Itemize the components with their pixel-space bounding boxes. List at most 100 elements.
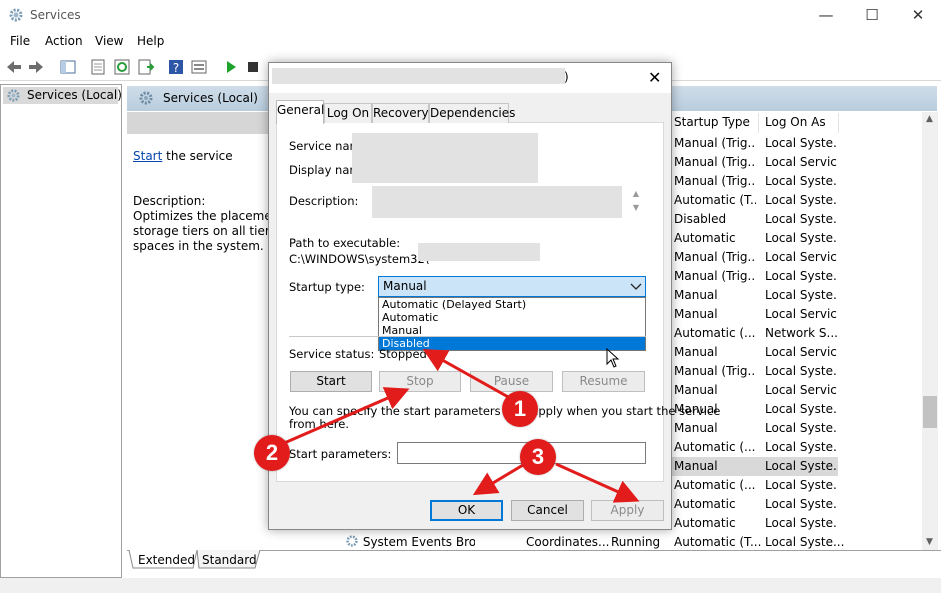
column-header-log-on-as[interactable]: Log On As bbox=[765, 113, 826, 135]
scroll-up-icon[interactable]: ▲ bbox=[926, 114, 933, 124]
table-cell-startup[interactable]: Automatic bbox=[674, 514, 756, 533]
view-icon[interactable] bbox=[190, 58, 208, 76]
close-icon[interactable]: ✕ bbox=[648, 68, 661, 87]
column-divider[interactable] bbox=[758, 113, 759, 133]
table-cell-logon[interactable]: Local Syste... bbox=[765, 229, 837, 248]
table-cell-logon[interactable]: Network S... bbox=[765, 324, 837, 343]
tab-standard[interactable]: Standard bbox=[202, 553, 257, 567]
startup-type-select[interactable]: Manual bbox=[378, 276, 646, 297]
table-cell-logon[interactable]: Local Syste... bbox=[765, 457, 837, 476]
step-badge-3: 3 bbox=[520, 439, 556, 475]
export-list-icon[interactable] bbox=[137, 58, 155, 76]
table-cell-logon[interactable]: Local Syste... bbox=[765, 267, 837, 286]
column-header-startup-type[interactable]: Startup Type bbox=[674, 113, 750, 135]
table-cell-startup[interactable]: Manual (Trig... bbox=[674, 248, 756, 267]
start-service-icon[interactable] bbox=[222, 58, 240, 76]
cancel-button[interactable]: Cancel bbox=[511, 500, 584, 521]
table-cell-startup[interactable]: Manual (Trig... bbox=[674, 267, 756, 286]
tab-dependencies[interactable]: Dependencies bbox=[429, 103, 515, 123]
table-cell-logon[interactable]: Local Syste... bbox=[765, 172, 837, 191]
window-title: Services bbox=[30, 8, 81, 22]
table-cell-logon[interactable]: Local Syste... bbox=[765, 400, 837, 419]
table-cell-logon[interactable]: Local Syste... bbox=[765, 210, 837, 229]
stop-button[interactable]: Stop bbox=[379, 371, 461, 392]
menu-view[interactable]: View bbox=[95, 34, 123, 48]
help-icon[interactable]: ? bbox=[167, 58, 185, 76]
tab-recovery[interactable]: Recovery bbox=[372, 103, 429, 123]
minimize-button[interactable]: — bbox=[803, 0, 849, 31]
table-cell-logon[interactable]: Local Service bbox=[765, 305, 837, 324]
table-cell-logon[interactable]: Local Syste... bbox=[765, 286, 837, 305]
table-cell-logon[interactable]: Local Service bbox=[765, 248, 837, 267]
menu-help[interactable]: Help bbox=[137, 34, 164, 48]
stop-service-icon[interactable] bbox=[244, 58, 262, 76]
tab-general[interactable]: General bbox=[276, 100, 324, 124]
show-tree-icon[interactable] bbox=[59, 58, 77, 76]
tab-extended[interactable]: Extended bbox=[138, 553, 195, 567]
redacted-service-names bbox=[352, 133, 538, 183]
table-cell-startup[interactable]: Disabled bbox=[674, 210, 756, 229]
maximize-button[interactable]: ☐ bbox=[849, 0, 895, 31]
table-cell-logon[interactable]: Local Syste... bbox=[765, 514, 837, 533]
table-cell-startup[interactable]: Manual bbox=[674, 286, 756, 305]
table-cell-logon[interactable]: Local Syste... bbox=[765, 419, 837, 438]
service-status-value: Stopped bbox=[379, 347, 427, 361]
description-scroll-icon[interactable]: ▲ ▼ bbox=[628, 187, 644, 221]
vertical-scrollbar[interactable] bbox=[922, 112, 938, 550]
start-service-text: Start the service bbox=[133, 149, 233, 163]
apply-button[interactable]: Apply bbox=[591, 500, 664, 521]
column-divider[interactable] bbox=[838, 113, 839, 133]
console-tree bbox=[0, 84, 122, 578]
start-button[interactable]: Start bbox=[290, 371, 372, 392]
path-value: C:\WINDOWS\system32\ bbox=[289, 252, 429, 266]
menu-action[interactable]: Action bbox=[45, 34, 83, 48]
table-cell-startup[interactable]: Automatic bbox=[674, 495, 756, 514]
tree-item-label: Services (Local) bbox=[27, 88, 122, 102]
table-cell-startup[interactable]: Manual (Trig... bbox=[674, 153, 756, 172]
table-cell-startup[interactable]: Automatic bbox=[674, 229, 756, 248]
svg-text:?: ? bbox=[173, 61, 179, 75]
menu-file[interactable]: File bbox=[10, 34, 30, 48]
redacted-dialog-title bbox=[272, 68, 565, 84]
scroll-down-icon[interactable]: ▼ bbox=[926, 537, 933, 547]
table-cell-logon[interactable]: Local Syste... bbox=[765, 476, 837, 495]
close-window-button[interactable]: ✕ bbox=[895, 0, 941, 31]
table-cell-logon[interactable]: Local Syste... bbox=[765, 495, 837, 514]
table-cell-startup[interactable]: Automatic (T... bbox=[674, 191, 756, 210]
step-badge-1: 1 bbox=[502, 391, 538, 427]
table-cell-startup[interactable]: Automatic (... bbox=[674, 324, 756, 343]
tab-log-on[interactable]: Log On bbox=[324, 103, 372, 123]
table-cell-startup[interactable]: Manual bbox=[674, 343, 756, 362]
resume-button[interactable]: Resume bbox=[562, 371, 645, 392]
scrollbar-thumb[interactable] bbox=[923, 396, 937, 428]
table-cell-startup[interactable]: Manual (Trig... bbox=[674, 362, 756, 381]
back-arrow-icon[interactable] bbox=[5, 58, 23, 76]
services-gear-icon bbox=[7, 89, 20, 102]
dialog-title-suffix: ) bbox=[564, 70, 569, 84]
table-cell-logon[interactable]: Local Syste... bbox=[765, 191, 837, 210]
table-cell-startup[interactable]: Manual bbox=[674, 419, 756, 438]
option-automatic[interactable]: Automatic bbox=[379, 311, 645, 324]
table-cell-startup[interactable]: Automatic (... bbox=[674, 438, 756, 457]
table-cell-startup[interactable]: Manual (Trig... bbox=[674, 172, 756, 191]
refresh-icon[interactable] bbox=[113, 58, 131, 76]
start-link[interactable]: Start bbox=[133, 149, 162, 163]
table-cell-startup[interactable]: Manual bbox=[674, 381, 756, 400]
table-cell-logon[interactable]: Local Syste... bbox=[765, 134, 837, 153]
forward-arrow-icon[interactable] bbox=[27, 58, 45, 76]
table-cell-logon[interactable]: Local Service bbox=[765, 153, 837, 172]
option-automatic-delayed[interactable]: Automatic (Delayed Start) bbox=[379, 298, 645, 311]
table-cell-startup[interactable]: Manual (Trig... bbox=[674, 134, 756, 153]
table-cell-startup[interactable]: Manual bbox=[674, 305, 756, 324]
table-cell-logon[interactable]: Local Syste... bbox=[765, 362, 837, 381]
table-cell-startup[interactable]: Manual bbox=[674, 457, 756, 476]
chevron-down-icon[interactable] bbox=[630, 282, 642, 292]
table-cell-logon[interactable]: Local Syste... bbox=[765, 438, 837, 457]
table-cell-logon[interactable]: Local Service bbox=[765, 343, 837, 362]
title-bar bbox=[0, 0, 941, 31]
table-cell-logon[interactable]: Local Service bbox=[765, 381, 837, 400]
pause-button[interactable]: Pause bbox=[470, 371, 553, 392]
table-cell-startup[interactable]: Automatic (... bbox=[674, 476, 756, 495]
ok-button[interactable]: OK bbox=[430, 500, 503, 521]
properties-icon[interactable] bbox=[89, 58, 107, 76]
